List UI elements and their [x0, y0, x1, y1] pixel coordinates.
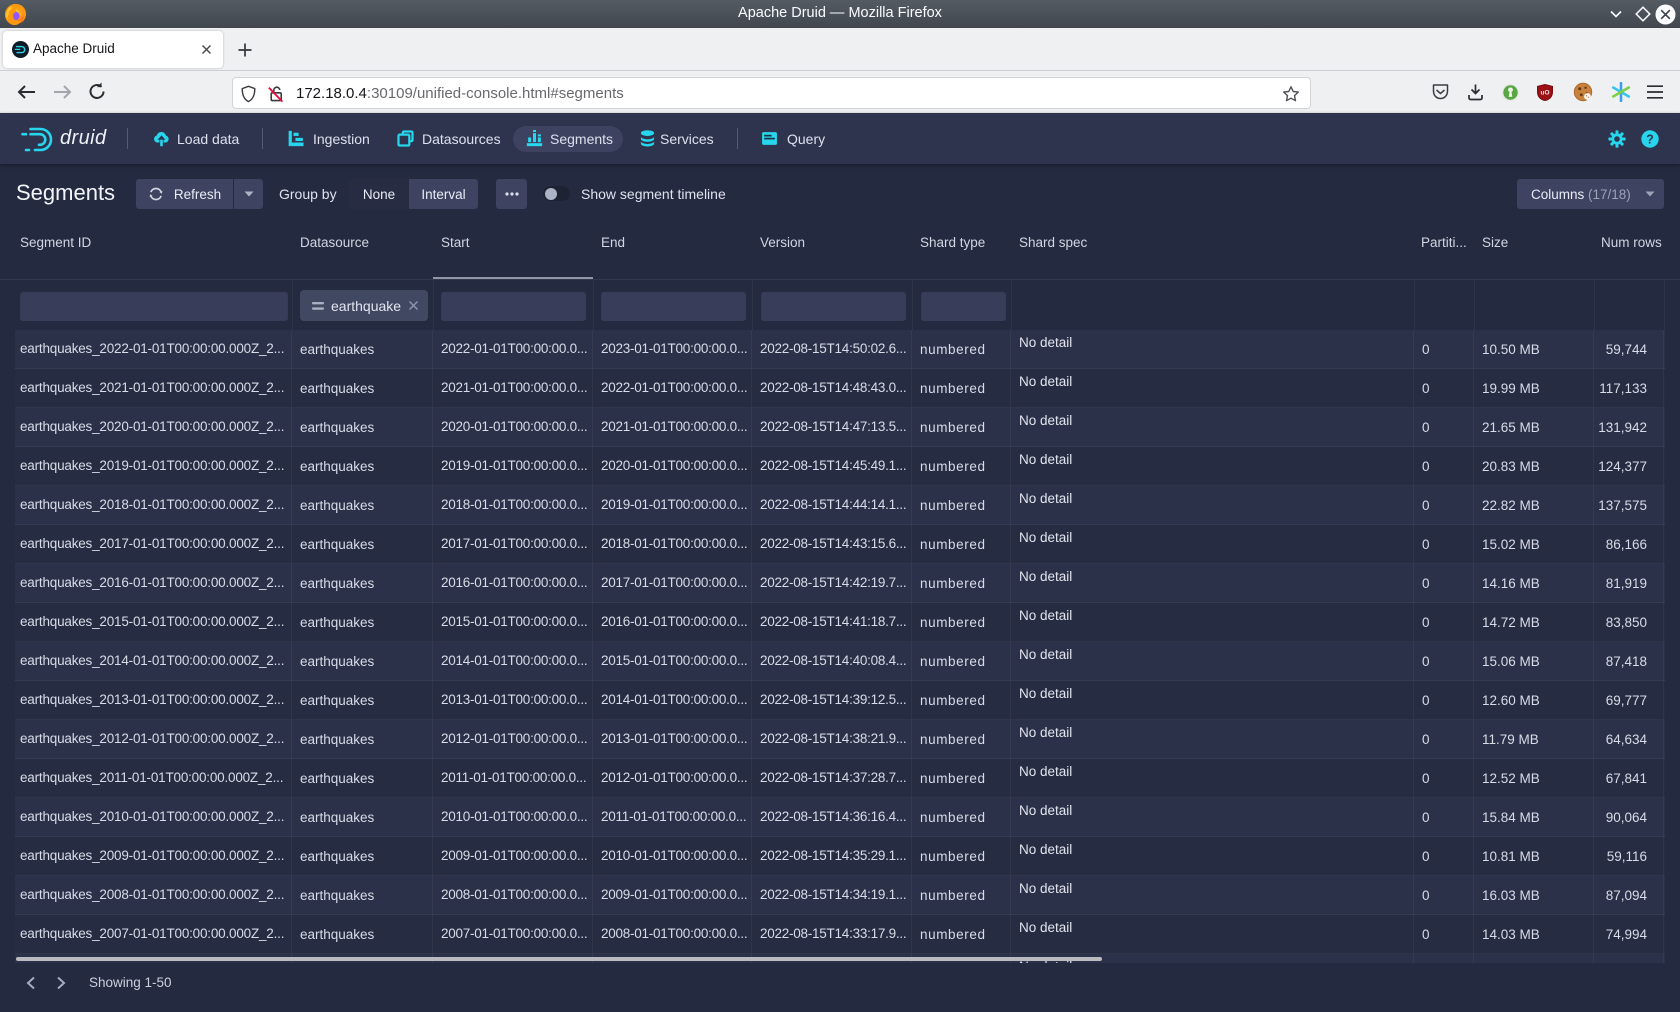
- svg-text:?: ?: [1646, 133, 1654, 147]
- svg-text:uO: uO: [1540, 90, 1549, 97]
